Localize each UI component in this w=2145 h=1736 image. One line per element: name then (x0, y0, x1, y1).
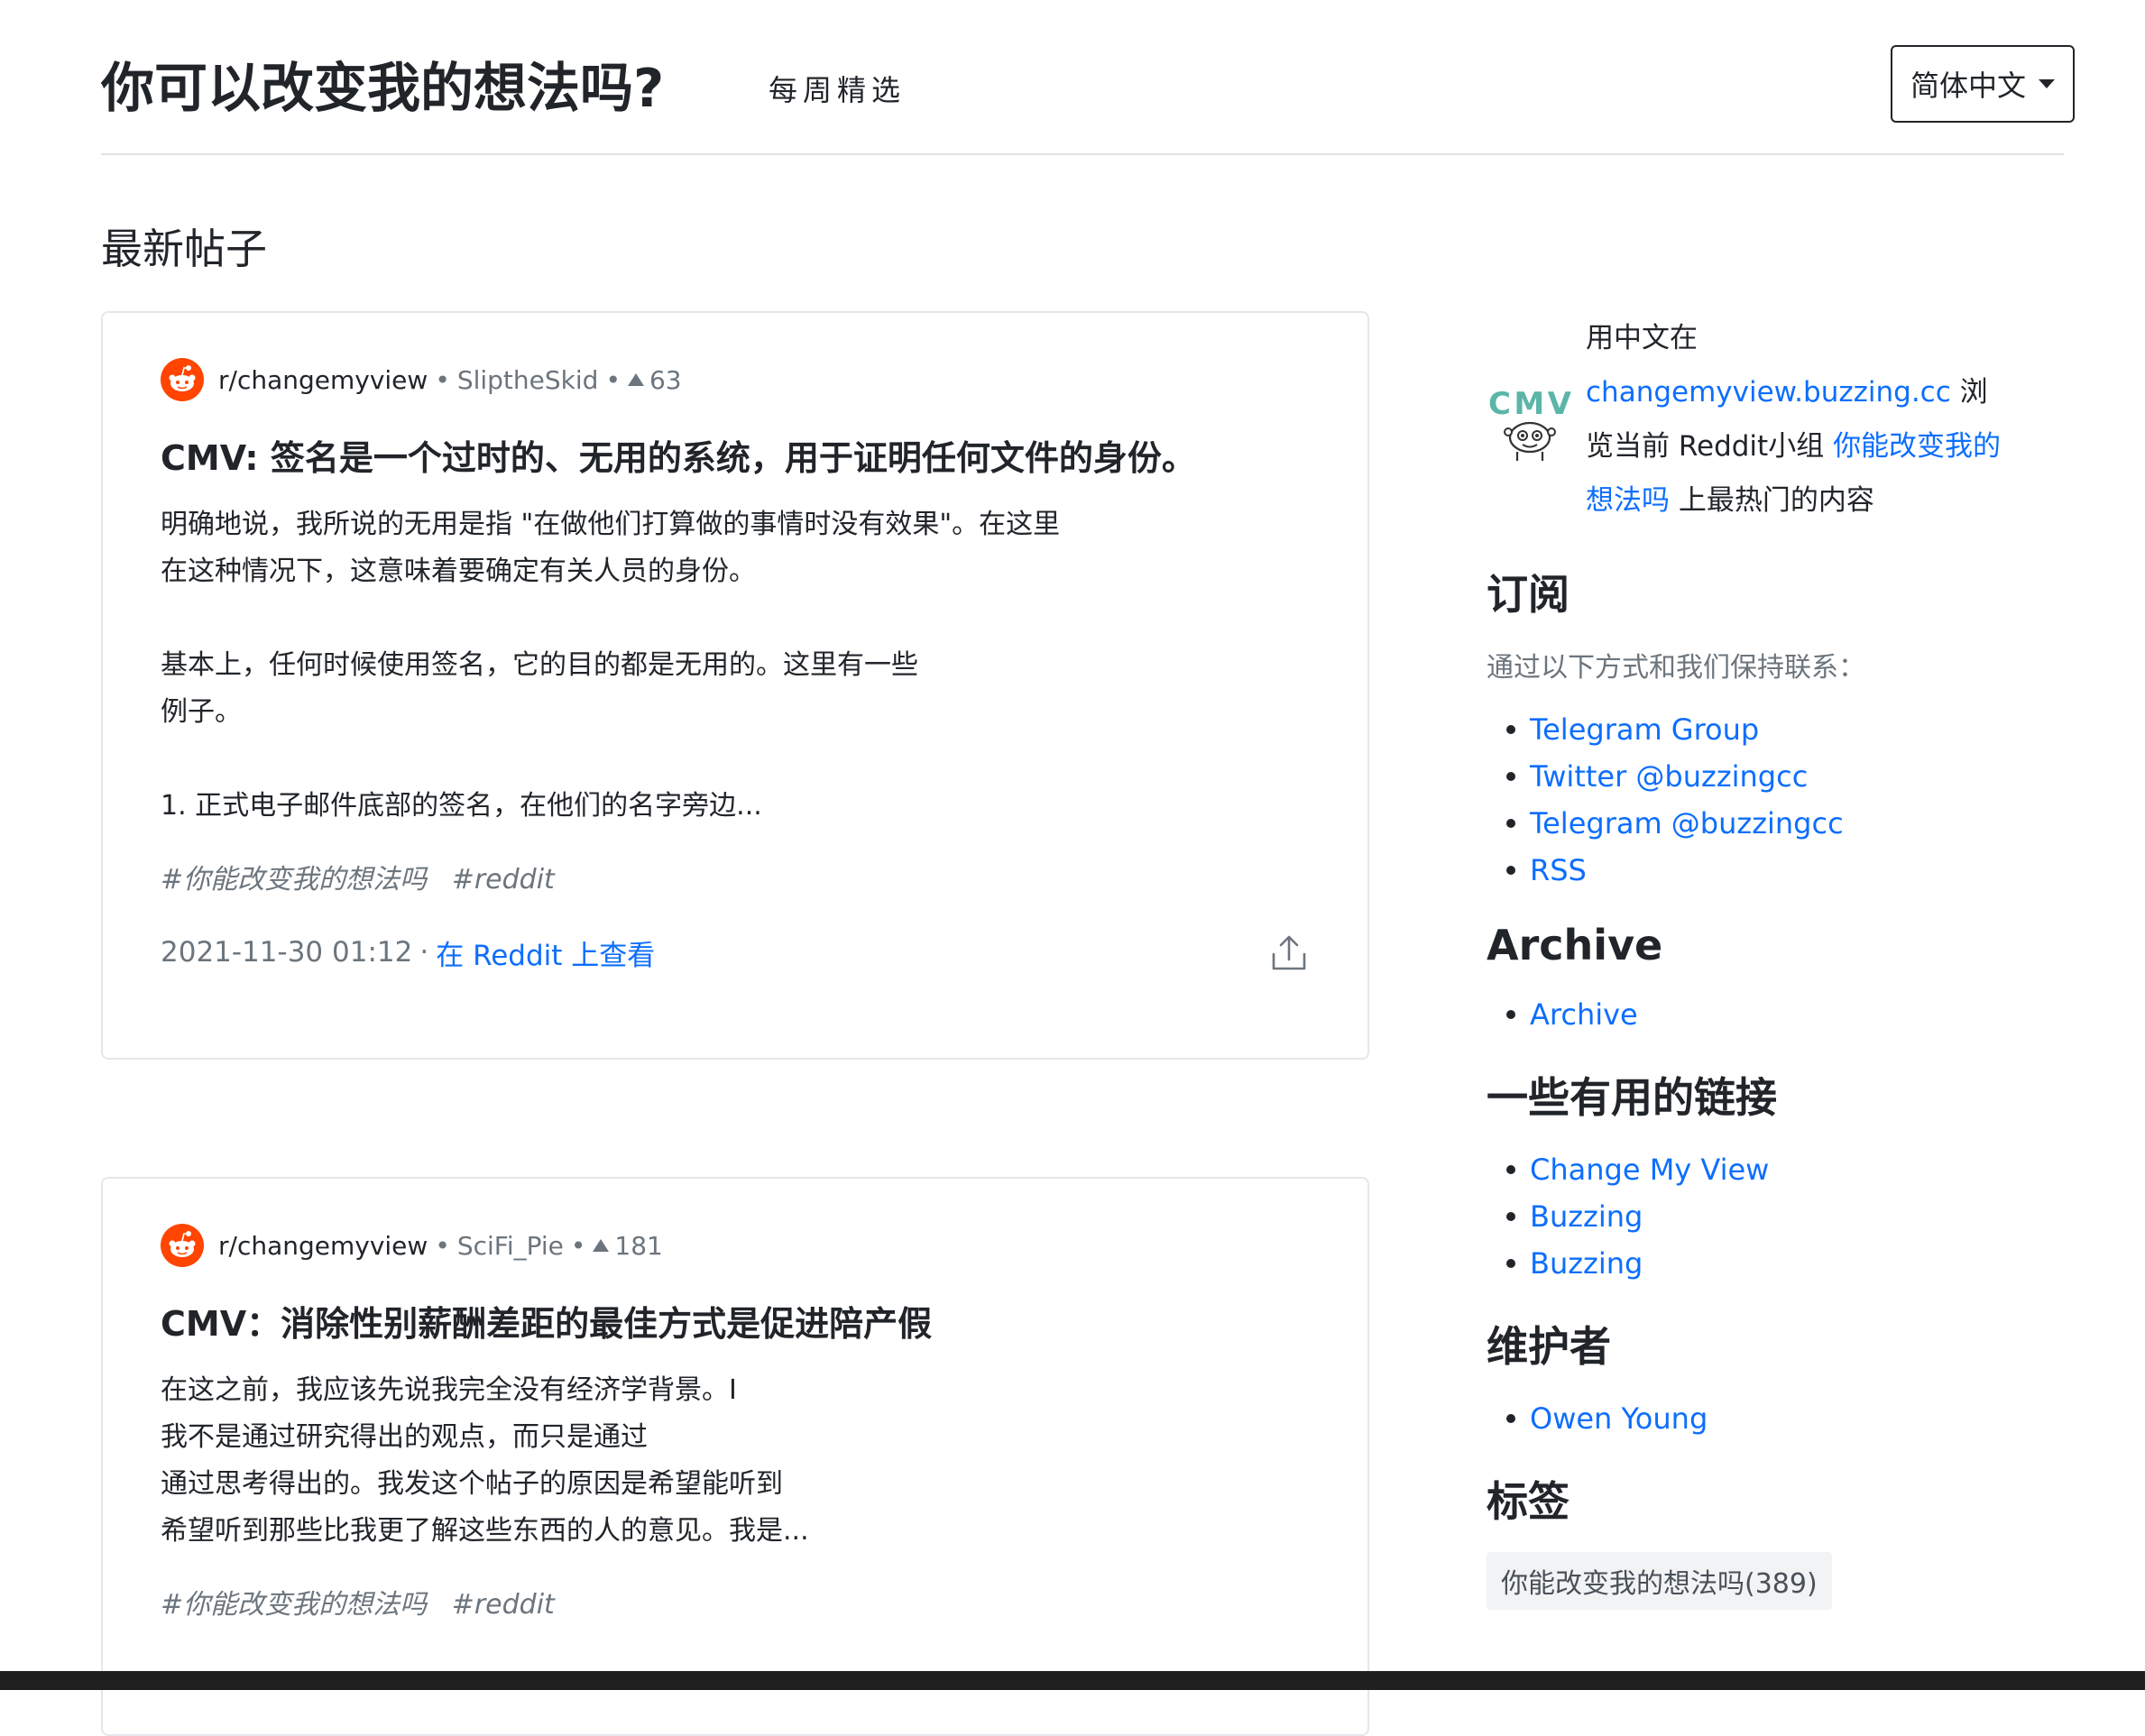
reddit-icon (161, 1224, 204, 1267)
tag-link[interactable]: #你能改变我的想法吗 (161, 864, 427, 896)
intro-text: 用中文在 changemyview.buzzing.cc 浏览当前 Reddit小… (1586, 311, 2010, 528)
post-card: r/changemyview • SliptheSkid • 63 CMV: 签… (101, 311, 1369, 1060)
language-dropdown[interactable]: 简体中文 (1891, 45, 2075, 123)
archive-section: Archive Archive (1487, 921, 2109, 1038)
subscribe-item: Telegram @buzzingcc (1506, 800, 2109, 847)
post-title[interactable]: CMV：消除性别薪酬差距的最佳方式是促进陪产假 (161, 1296, 1310, 1346)
post-tags: #你能改变我的想法吗 #reddit (161, 1582, 1310, 1621)
site-title[interactable]: 你可以改变我的想法吗? (101, 45, 664, 122)
author-link[interactable]: SciFi_Pie (457, 1231, 564, 1261)
maintainers-section: 维护者 Owen Young (1487, 1314, 2109, 1442)
share-icon[interactable] (1268, 932, 1310, 974)
cmv-logo: CMV (1488, 386, 1572, 461)
maintainers-list: Owen Young (1487, 1395, 2109, 1442)
svg-text:CMV: CMV (1488, 386, 1572, 422)
site-header: 你可以改变我的想法吗? 每周精选 简体中文 (101, 36, 2075, 155)
score: 181 (614, 1230, 663, 1261)
weekly-picks-link[interactable]: 每周精选 (769, 68, 906, 109)
subscribe-subtitle: 通过以下方式和我们保持联系： (1487, 652, 1865, 684)
subscribe-heading: 订阅 (1487, 570, 1570, 619)
archive-heading: Archive (1487, 921, 1663, 969)
post-tags: #你能改变我的想法吗 #reddit (161, 857, 1310, 896)
post-body: 在这之前，我应该先说我完全没有经济学背景。I 我不是通过研究得出的观点，而只是通… (161, 1374, 809, 1547)
subscribe-item: Telegram Group (1506, 706, 2109, 753)
post-meta: r/changemyview • SciFi_Pie • 181 (161, 1224, 1310, 1267)
bottom-bar (0, 1671, 2145, 1690)
archive-item: Archive (1506, 991, 2109, 1038)
intro-suffix: 上最热门的内容 (1670, 484, 1874, 517)
view-on-reddit-link[interactable]: 在 Reddit 上查看 (436, 932, 655, 973)
meta-separator: • (435, 1230, 450, 1261)
subscribe-item: RSS (1506, 847, 2109, 894)
footer-separator: · (419, 936, 429, 969)
meta-separator: • (570, 1230, 586, 1261)
post-card: r/changemyview • SciFi_Pie • 181 CMV：消除性… (101, 1177, 1369, 1736)
tags-section: 标签 你能改变我的想法吗(389) (1487, 1469, 2109, 1610)
tags-list: 你能改变我的想法吗(389) (1487, 1552, 2109, 1610)
post-body: 明确地说，我所说的无用是指 "在做他们打算做的事情时没有效果"。在这里 在这种情… (161, 509, 1061, 822)
tag-link[interactable]: #reddit (452, 1589, 555, 1621)
telegram-group-link[interactable]: Telegram Group (1530, 712, 1759, 747)
archive-link[interactable]: Archive (1530, 997, 1638, 1032)
buzzing-link[interactable]: Buzzing (1530, 1199, 1643, 1234)
post-title[interactable]: CMV: 签名是一个过时的、无用的系统，用于证明任何文件的身份。 (161, 430, 1310, 480)
subreddit-link[interactable]: r/changemyview (218, 365, 428, 395)
post-footer: 2021-11-30 01:12 · 在 Reddit 上查看 (161, 927, 1310, 978)
subscribe-section: 订阅 通过以下方式和我们保持联系： Telegram Group Twitter… (1487, 562, 2109, 894)
telegram-channel-link[interactable]: Telegram @buzzingcc (1530, 806, 1844, 840)
chevron-down-icon (2039, 79, 2055, 88)
site-link[interactable]: changemyview.buzzing.cc (1586, 376, 1951, 409)
subscribe-item: Twitter @buzzingcc (1506, 753, 2109, 800)
useful-link-item: Change My View (1506, 1146, 2109, 1193)
maintainer-item: Owen Young (1506, 1395, 2109, 1442)
subscribe-list: Telegram Group Twitter @buzzingcc Telegr… (1487, 706, 2109, 894)
sidebar: CMV 用中文在 changemyview.buzzing.cc 浏览当前 Red… (1487, 311, 2109, 1610)
post-date[interactable]: 2021-11-30 01:12 (161, 936, 412, 969)
tags-heading: 标签 (1487, 1477, 1570, 1526)
author-link[interactable]: SliptheSkid (457, 365, 599, 395)
tag-link[interactable]: #reddit (452, 864, 555, 896)
language-label: 简体中文 (1910, 69, 2026, 103)
section-title: 最新帖子 (101, 225, 267, 273)
twitter-link[interactable]: Twitter @buzzingcc (1530, 759, 1808, 794)
maintainer-link[interactable]: Owen Young (1530, 1401, 1708, 1436)
useful-links-section: 一些有用的链接 Change My View Buzzing Buzzing (1487, 1065, 2109, 1287)
archive-list: Archive (1487, 991, 2109, 1038)
useful-links-heading: 一些有用的链接 (1487, 1073, 1777, 1122)
rss-link[interactable]: RSS (1530, 853, 1587, 887)
upvote-icon (593, 1239, 610, 1252)
useful-link-item: Buzzing (1506, 1193, 2109, 1240)
post-meta: r/changemyview • SliptheSkid • 63 (161, 358, 1310, 401)
tag-chip[interactable]: 你能改变我的想法吗(389) (1487, 1552, 1832, 1610)
maintainers-heading: 维护者 (1487, 1322, 1611, 1371)
score: 63 (649, 364, 682, 395)
tag-link[interactable]: #你能改变我的想法吗 (161, 1589, 427, 1621)
intro-prefix: 用中文在 (1586, 322, 1698, 354)
change-my-view-link[interactable]: Change My View (1530, 1153, 1769, 1187)
meta-separator: • (435, 364, 450, 395)
useful-link-item: Buzzing (1506, 1240, 2109, 1287)
upvote-icon (627, 373, 644, 386)
useful-links-list: Change My View Buzzing Buzzing (1487, 1146, 2109, 1287)
subreddit-link[interactable]: r/changemyview (218, 1231, 428, 1261)
buzzing-link[interactable]: Buzzing (1530, 1246, 1643, 1281)
sidebar-intro: CMV 用中文在 changemyview.buzzing.cc 浏览当前 Red… (1487, 311, 2109, 528)
meta-separator: • (605, 364, 621, 395)
reddit-icon (161, 358, 204, 401)
